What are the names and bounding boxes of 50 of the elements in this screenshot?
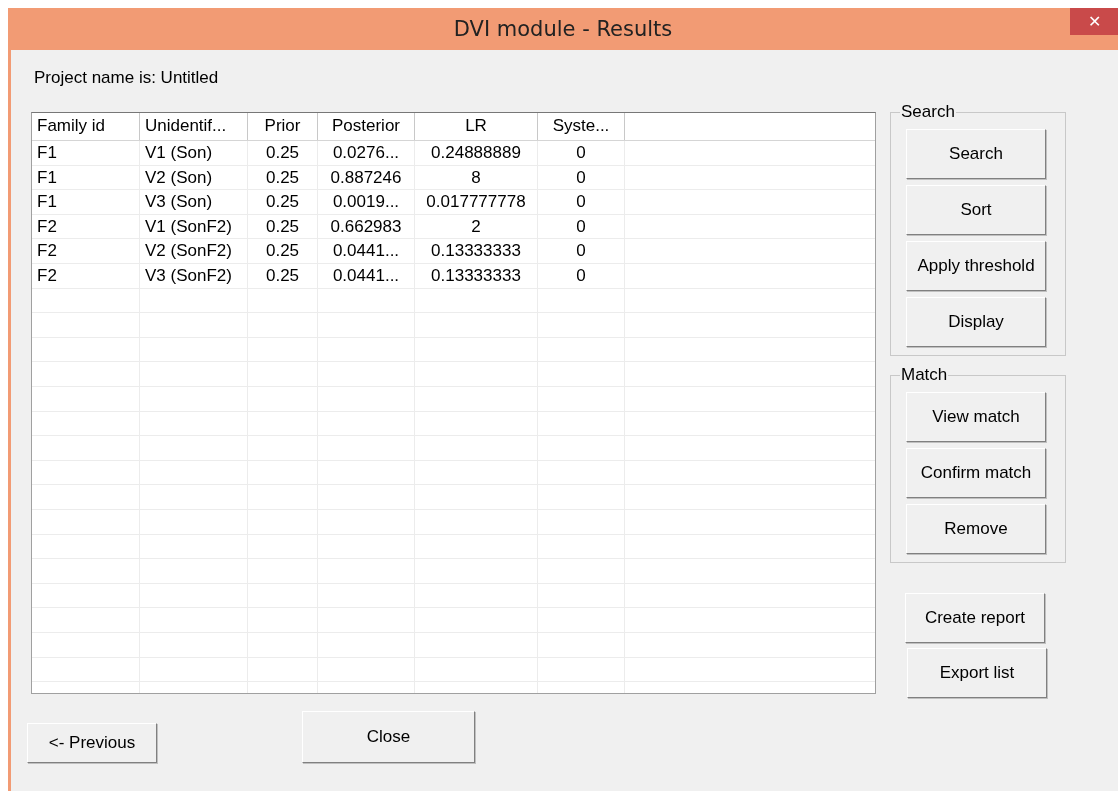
table-cell-text: 0.662983	[329, 215, 403, 238]
table-cell-text: V3 (Son)	[144, 191, 214, 214]
table-cell-text: 8	[470, 166, 482, 189]
table-cell-text: 0	[575, 166, 587, 189]
table-cell-text: 0	[575, 240, 587, 263]
action-button[interactable]: Search	[906, 129, 1046, 179]
table-cell-text: 0.25	[264, 264, 301, 287]
table-cell-text: 0.13333333	[430, 264, 522, 287]
table-cell-text: F2	[36, 215, 58, 238]
action-button[interactable]: View match	[906, 392, 1046, 442]
action-button[interactable]: Sort	[906, 185, 1046, 235]
table-cell-text: F1	[36, 191, 58, 214]
action-button[interactable]: Remove	[906, 504, 1046, 554]
table-cell-text: V1 (Son)	[144, 142, 214, 164]
table-cell-text: 0.13333333	[430, 240, 522, 263]
table-cell-text: V1 (SonF2)	[144, 215, 233, 238]
table-cell-text: 0	[575, 191, 587, 214]
table-cell-text: 0.24888889	[430, 142, 522, 164]
table-cell-text: 0	[575, 142, 587, 164]
table-cell-text: 0	[575, 215, 587, 238]
table-cell-text: V2 (SonF2)	[144, 240, 233, 263]
action-button[interactable]: Display	[906, 297, 1046, 347]
table-cell-text: 2	[470, 215, 482, 238]
project-name-label: Project name is: Untitled	[34, 68, 220, 89]
table-cell-text: 0.0441...	[331, 240, 401, 263]
action-button[interactable]: Export list	[907, 648, 1047, 698]
table-cell-text: 0.0276...	[331, 142, 401, 164]
previous-button[interactable]: <- Previous	[27, 723, 157, 763]
table-cell-text: 0.887246	[329, 166, 403, 189]
table-cell-text: V3 (SonF2)	[144, 264, 233, 287]
action-button[interactable]: Apply threshold	[906, 241, 1046, 291]
action-button[interactable]: Create report	[905, 593, 1045, 643]
table-cell-text: F1	[36, 142, 58, 164]
table-cell-text: V2 (Son)	[144, 166, 214, 189]
table-cell-text: F1	[36, 166, 58, 189]
table-cell-text: 0.25	[264, 166, 301, 189]
window-title: DVI module - Results	[453, 17, 673, 41]
table-cell-text: 0.0019...	[331, 191, 401, 214]
table-cell-text: 0	[575, 264, 587, 287]
close-button[interactable]: ✕	[1070, 8, 1118, 35]
close-button[interactable]: Close	[302, 711, 475, 763]
table-cell-text: 0.017777778	[425, 191, 527, 214]
action-button[interactable]: Confirm match	[906, 448, 1046, 498]
table-cell-text: F2	[36, 240, 58, 263]
table-cell-text: F2	[36, 264, 58, 287]
table-cell-text: 0.25	[264, 240, 301, 263]
table-cell-text: 0.25	[264, 142, 301, 164]
table-cell-text: 0.0441...	[331, 264, 401, 287]
table-cell-text: 0.25	[264, 215, 301, 238]
table-cell-text: 0.25	[264, 191, 301, 214]
